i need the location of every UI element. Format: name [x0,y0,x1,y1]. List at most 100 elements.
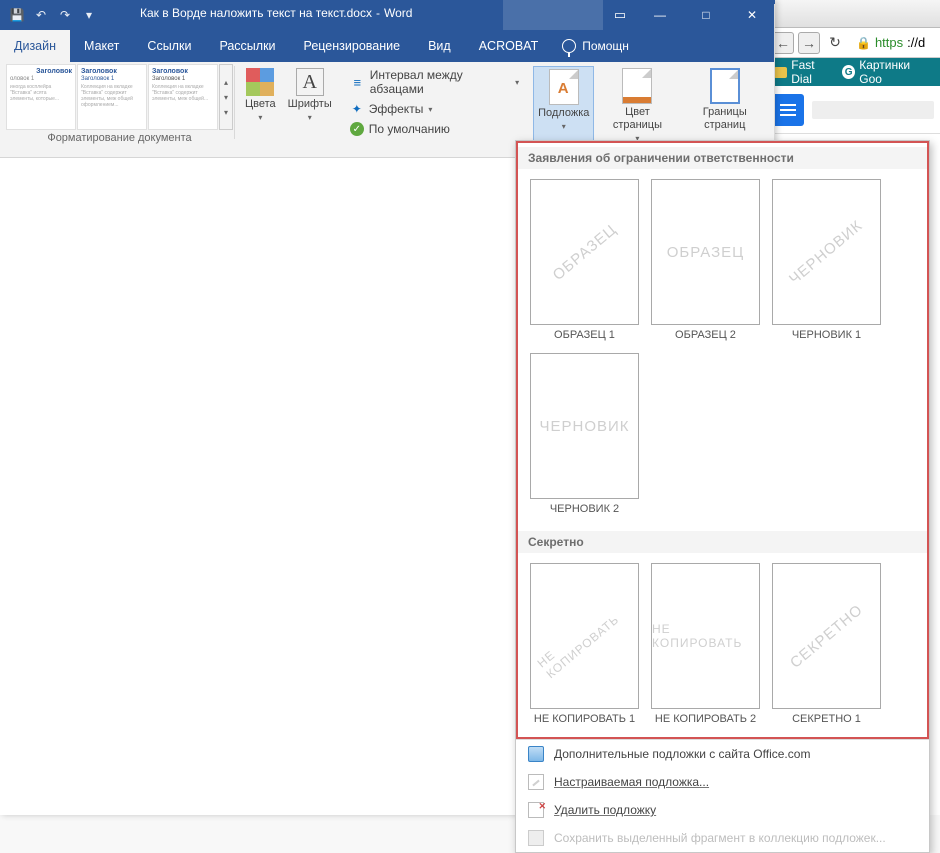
app-name: Word [384,6,412,20]
watermark-text: ЧЕРНОВИК [539,418,629,435]
colors-button[interactable]: Цвета▾ [241,66,280,126]
lightbulb-icon [562,39,576,53]
docs-icon[interactable] [772,94,804,126]
browser-tabstrip [766,0,940,28]
menu-remove-watermark[interactable]: Удалить подложку [516,796,929,824]
watermark-text: ОБРАЗЕЦ [667,244,745,261]
watermark-caption: ЧЕРНОВИК 2 [550,503,619,515]
fonts-icon: A [296,68,324,96]
menu-custom-watermark[interactable]: Настраиваемая подложка... [516,768,929,796]
back-button[interactable]: ← [772,32,794,54]
titlebar: 💾 ↶ ↷ ▾ Как в Ворде наложить текст на те… [0,0,775,30]
watermark-text: ОБРАЗЕЦ [549,221,619,284]
addr-rest: ://d [907,35,925,50]
user-placeholder [503,0,603,30]
watermark-text: СЕКРЕТНО [787,601,866,671]
tab-view[interactable]: Вид [414,30,465,62]
theme-thumb[interactable]: Заголовок оловок 1 иногда косплейра "Вст… [6,64,76,130]
browser-sub-toolbar [766,86,940,134]
window-controls: — □ ✕ [637,0,775,30]
gallery-section-confidential: Секретно [518,531,927,553]
gallery-section-disclaimer: Заявления об ограничении ответственности [518,147,927,169]
watermark-icon: A [549,69,579,105]
watermark-thumb[interactable]: НЕ КОПИРОВАТЬ НЕ КОПИРОВАТЬ 2 [651,563,760,725]
watermark-preview: НЕ КОПИРОВАТЬ [530,563,639,709]
theme-gallery-more[interactable]: ▴▾▾ [219,64,233,130]
watermark-thumb[interactable]: ЧЕРНОВИК ЧЕРНОВИК 1 [772,179,881,341]
window-title: Как в Ворде наложить текст на текст.docx… [140,6,412,20]
tab-layout[interactable]: Макет [70,30,133,62]
watermark-gallery-dropdown: Заявления об ограничении ответственности… [515,140,930,853]
group-label-doc-formatting: Форматирование документа [6,132,233,144]
menu-more-office[interactable]: Дополнительные подложки с сайта Office.c… [516,740,929,768]
save-icon[interactable]: 💾 [8,6,26,24]
watermark-caption: НЕ КОПИРОВАТЬ 2 [655,713,756,725]
tab-mailings[interactable]: Рассылки [205,30,289,62]
tab-design[interactable]: Дизайн [0,30,70,62]
page-color-icon [622,68,652,104]
gallery-grid-2: НЕ КОПИРОВАТЬНЕ КОПИРОВАТЬ 1НЕ КОПИРОВАТ… [518,553,927,729]
reload-button[interactable]: ↻ [824,32,846,54]
watermark-caption: ОБРАЗЕЦ 1 [554,329,615,341]
check-icon: ✓ [350,122,364,136]
tab-acrobat[interactable]: ACROBAT [465,30,553,62]
watermark-thumb[interactable]: ЧЕРНОВИК ЧЕРНОВИК 2 [530,353,639,515]
watermark-preview: ЧЕРНОВИК [772,179,881,325]
google-icon: G [842,65,855,79]
ribbon-options-icon[interactable]: ▭ [603,0,637,30]
watermark-preview: СЕКРЕТНО [772,563,881,709]
close-button[interactable]: ✕ [729,0,775,30]
page-borders-icon [710,68,740,104]
tab-references[interactable]: Ссылки [133,30,205,62]
bookmark-fastdial[interactable]: Fast Dial [774,58,836,86]
tell-me-search[interactable]: Помощн [552,30,639,62]
forward-button[interactable]: → [798,32,820,54]
watermark-caption: ОБРАЗЕЦ 2 [675,329,736,341]
effects-icon: ✦ [350,102,364,116]
watermark-caption: НЕ КОПИРОВАТЬ 1 [534,713,635,725]
address-bar[interactable]: 🔒 https ://d [856,35,925,50]
colors-fonts-group: Цвета▾ A Шрифты▾ [235,62,342,157]
globe-icon [528,746,544,762]
quick-access-toolbar: 💾 ↶ ↷ ▾ [0,6,106,24]
paragraph-spacing-icon: ≡ [350,74,365,90]
maximize-button[interactable]: □ [683,0,729,30]
undo-icon[interactable]: ↶ [32,6,50,24]
bookmarks-bar: Fast Dial G Картинки Goo [766,58,940,86]
para-spacing-button[interactable]: ≡ Интервал между абзацами ▾ [346,66,523,98]
document-name: Как в Ворде наложить текст на текст.docx [140,6,372,20]
qat-customize-icon[interactable]: ▾ [80,6,98,24]
bookmark-label: Fast Dial [791,58,836,86]
set-default-button[interactable]: ✓ По умолчанию [346,120,523,138]
effects-button[interactable]: ✦ Эффекты ▾ [346,100,523,118]
page-borders-button[interactable]: Границы страниц [680,66,769,148]
bookmark-google-images[interactable]: G Картинки Goo [842,58,932,86]
tab-review[interactable]: Рецензирование [290,30,415,62]
theme-thumb[interactable]: Заголовок Заголовок 1 Коллекция на вклад… [148,64,218,130]
watermark-thumb[interactable]: ОБРАЗЕЦ ОБРАЗЕЦ 2 [651,179,760,341]
theme-thumb[interactable]: Заголовок Заголовок 1 Коллекция на вклад… [77,64,147,130]
redo-icon[interactable]: ↷ [56,6,74,24]
minimize-button[interactable]: — [637,0,683,30]
watermark-caption: СЕКРЕТНО 1 [792,713,861,725]
watermark-mini-icon [528,774,544,790]
watermark-preview: НЕ КОПИРОВАТЬ [651,563,760,709]
fonts-button[interactable]: A Шрифты▾ [284,66,336,126]
colors-icon [246,68,274,96]
watermark-menu: Дополнительные подложки с сайта Office.c… [516,739,929,852]
folder-icon [774,67,787,78]
addr-https: https [875,35,903,50]
lock-icon: 🔒 [856,36,871,50]
watermark-preview: ОБРАЗЕЦ [530,179,639,325]
watermark-thumb[interactable]: СЕКРЕТНО СЕКРЕТНО 1 [772,563,881,725]
formatting-options: ≡ Интервал между абзацами ▾ ✦ Эффекты ▾ … [342,62,527,157]
watermark-caption: ЧЕРНОВИК 1 [792,329,861,341]
delete-watermark-icon [528,802,544,818]
doc-title-placeholder [812,101,934,119]
ribbon-tabs: Дизайн Макет Ссылки Рассылки Рецензирова… [0,30,775,62]
page-color-button[interactable]: Цвет страницы▾ [598,66,676,148]
watermark-thumb[interactable]: ОБРАЗЕЦ ОБРАЗЕЦ 1 [530,179,639,341]
watermark-button[interactable]: A Подложка▾ [533,66,594,148]
bookmark-label: Картинки Goo [859,58,932,86]
watermark-thumb[interactable]: НЕ КОПИРОВАТЬ НЕ КОПИРОВАТЬ 1 [530,563,639,725]
